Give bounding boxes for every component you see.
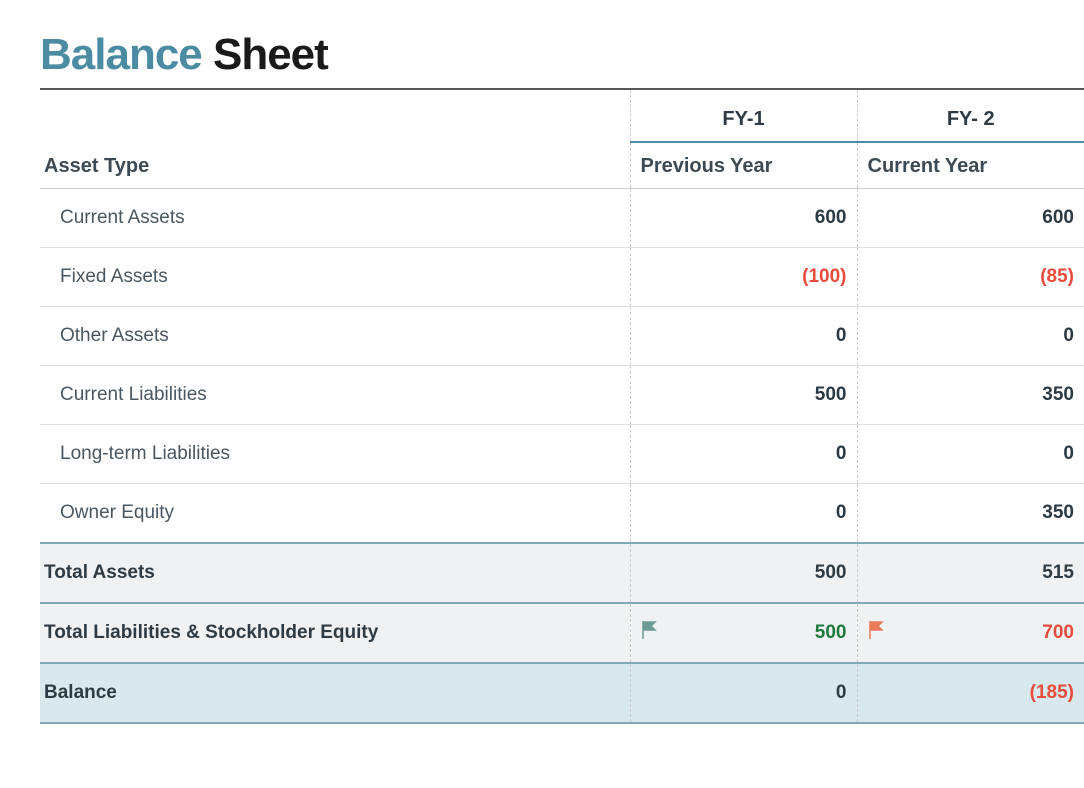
balance-row: Balance 0 (185) xyxy=(40,663,1084,723)
total-liabilities-prev: 500 xyxy=(630,603,857,663)
page-title: Balance Sheet xyxy=(40,30,1084,80)
total-assets-label: Total Assets xyxy=(40,543,630,603)
total-assets-row: Total Assets 500 515 xyxy=(40,543,1084,603)
previous-year-header: Previous Year xyxy=(630,142,857,189)
flag-icon xyxy=(641,621,657,645)
row-curr-value: (85) xyxy=(857,248,1084,307)
table-row: Owner Equity 0 350 xyxy=(40,484,1084,544)
row-prev-value: 600 xyxy=(630,189,857,248)
row-prev-value: (100) xyxy=(630,248,857,307)
column-header-row: Asset Type Previous Year Current Year xyxy=(40,142,1084,189)
row-prev-value: 0 xyxy=(630,425,857,484)
flag-icon xyxy=(868,621,884,645)
title-rest: Sheet xyxy=(202,30,328,79)
row-label: Owner Equity xyxy=(40,484,630,544)
fy2-header: FY- 2 xyxy=(857,90,1084,142)
balance-curr: (185) xyxy=(857,663,1084,723)
table-row: Other Assets 0 0 xyxy=(40,307,1084,366)
row-curr-value: 350 xyxy=(857,484,1084,544)
balance-sheet-table: FY-1 FY- 2 Asset Type Previous Year Curr… xyxy=(40,90,1084,724)
row-label: Current Assets xyxy=(40,189,630,248)
total-liabilities-row: Total Liabilities & Stockholder Equity 5… xyxy=(40,603,1084,663)
fy1-header: FY-1 xyxy=(630,90,857,142)
row-prev-value: 0 xyxy=(630,307,857,366)
asset-type-header: Asset Type xyxy=(40,142,630,189)
total-assets-curr: 515 xyxy=(857,543,1084,603)
total-liabilities-label: Total Liabilities & Stockholder Equity xyxy=(40,603,630,663)
row-curr-value: 0 xyxy=(857,425,1084,484)
balance-label: Balance xyxy=(40,663,630,723)
table-row: Current Assets 600 600 xyxy=(40,189,1084,248)
table-row: Current Liabilities 500 350 xyxy=(40,366,1084,425)
balance-prev: 0 xyxy=(630,663,857,723)
row-curr-value: 600 xyxy=(857,189,1084,248)
row-curr-value: 0 xyxy=(857,307,1084,366)
fiscal-year-row: FY-1 FY- 2 xyxy=(40,90,1084,142)
total-liabilities-curr: 700 xyxy=(857,603,1084,663)
row-label: Current Liabilities xyxy=(40,366,630,425)
row-prev-value: 0 xyxy=(630,484,857,544)
row-curr-value: 350 xyxy=(857,366,1084,425)
current-year-header: Current Year xyxy=(857,142,1084,189)
total-assets-prev: 500 xyxy=(630,543,857,603)
row-prev-value: 500 xyxy=(630,366,857,425)
table-row: Fixed Assets (100) (85) xyxy=(40,248,1084,307)
title-accent: Balance xyxy=(40,30,202,79)
row-label: Other Assets xyxy=(40,307,630,366)
table-row: Long-term Liabilities 0 0 xyxy=(40,425,1084,484)
row-label: Fixed Assets xyxy=(40,248,630,307)
row-label: Long-term Liabilities xyxy=(40,425,630,484)
